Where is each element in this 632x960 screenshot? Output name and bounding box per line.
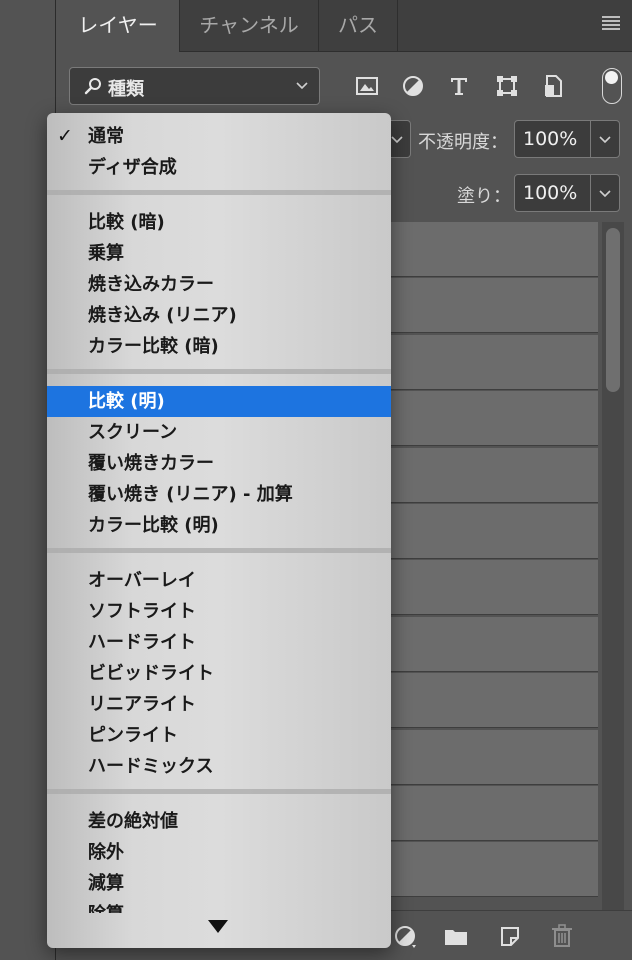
menu-separator	[47, 369, 391, 374]
blend-mode-item[interactable]: 覆い焼きカラー	[47, 448, 391, 479]
blend-mode-item[interactable]: ソフトライト	[47, 596, 391, 627]
blend-mode-item[interactable]: オーバーレイ	[47, 565, 391, 596]
blend-mode-item[interactable]: スクリーン	[47, 417, 391, 448]
blend-mode-item[interactable]: 比較 (暗)	[47, 207, 391, 238]
adjustment-filter-icon[interactable]	[399, 72, 427, 100]
opacity-value[interactable]: 100%	[523, 128, 577, 150]
smart-object-filter-icon[interactable]	[539, 72, 567, 100]
blend-mode-item[interactable]: リニアライト	[47, 689, 391, 720]
layer-scrollbar[interactable]	[602, 222, 624, 910]
blend-mode-item[interactable]: 除外	[47, 837, 391, 868]
tab-layers[interactable]: レイヤー	[57, 0, 179, 53]
blend-mode-item[interactable]: 通常 ✓	[47, 121, 391, 152]
scrollbar-thumb[interactable]	[606, 228, 620, 392]
filter-toggle[interactable]	[602, 68, 622, 104]
blend-mode-item[interactable]: 覆い焼き (リニア) - 加算	[47, 479, 391, 510]
shape-filter-icon[interactable]	[493, 72, 521, 100]
fill-input[interactable]: 100%	[514, 174, 620, 212]
blend-mode-item[interactable]: ピンライト	[47, 720, 391, 751]
blend-mode-item[interactable]: カラー比較 (明)	[47, 510, 391, 541]
blend-mode-item[interactable]: 焼き込みカラー	[47, 269, 391, 300]
panel-tab-bar: レイヤー チャンネル パス	[57, 0, 632, 53]
trash-icon[interactable]	[549, 923, 575, 949]
opacity-input[interactable]: 100%	[514, 120, 620, 158]
layer-filter-select[interactable]: 種類	[69, 67, 320, 105]
fill-label: 塗り：	[457, 186, 511, 207]
blend-mode-item[interactable]: ハードライト	[47, 627, 391, 658]
filter-label: 種類	[108, 79, 144, 100]
chevron-down-icon[interactable]	[598, 186, 612, 200]
search-icon	[84, 78, 101, 95]
blend-mode-item[interactable]: 除算	[47, 899, 391, 913]
blend-mode-item[interactable]: カラー比較 (暗)	[47, 331, 391, 362]
scroll-down-arrow-icon[interactable]	[208, 920, 228, 933]
image-filter-icon[interactable]	[353, 72, 381, 100]
blend-mode-item[interactable]: 乗算	[47, 238, 391, 269]
new-group-icon[interactable]	[443, 923, 469, 949]
field-divider	[590, 121, 591, 157]
type-filter-icon[interactable]	[445, 72, 473, 100]
blend-mode-item[interactable]: 焼き込み (リニア)	[47, 300, 391, 331]
panel-menu-icon[interactable]	[602, 16, 620, 30]
menu-separator	[47, 789, 391, 794]
tab-paths[interactable]: パス	[319, 0, 397, 52]
new-layer-icon[interactable]	[497, 923, 523, 949]
chevron-down-icon	[391, 136, 403, 144]
blend-mode-item[interactable]: ディザ合成	[47, 152, 391, 183]
chevron-down-icon[interactable]	[598, 132, 612, 146]
fill-value[interactable]: 100%	[523, 182, 577, 204]
tab-channels[interactable]: チャンネル	[180, 0, 318, 52]
blend-mode-item[interactable]: 比較 (明)	[47, 386, 391, 417]
chevron-down-icon	[296, 82, 308, 90]
checkmark-icon: ✓	[57, 125, 73, 147]
menu-separator	[47, 190, 391, 195]
blend-mode-item[interactable]: ビビッドライト	[47, 658, 391, 689]
blend-mode-item[interactable]: ハードミックス	[47, 751, 391, 782]
blend-mode-item[interactable]: 減算	[47, 868, 391, 899]
adjustment-layer-icon[interactable]	[392, 923, 418, 949]
menu-separator	[47, 548, 391, 553]
field-divider	[590, 175, 591, 211]
blend-mode-menu: 通常 ✓ ディザ合成 比較 (暗) 乗算 焼き込みカラー 焼き込み (リニア) カラー比較 (…	[47, 113, 391, 948]
blend-mode-item[interactable]: 差の絶対値	[47, 806, 391, 837]
opacity-label: 不透明度：	[418, 132, 508, 153]
tab-divider	[397, 0, 398, 52]
